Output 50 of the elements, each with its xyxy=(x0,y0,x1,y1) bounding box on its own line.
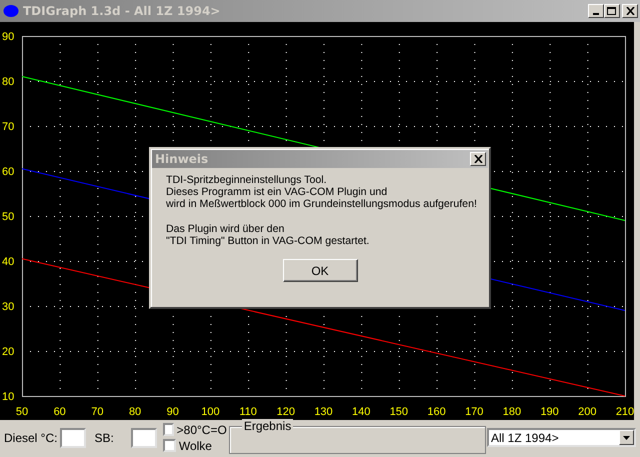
axis-label: 210 xyxy=(616,406,634,418)
maximize-button[interactable] xyxy=(604,4,620,18)
axis-label: 30 xyxy=(2,301,14,313)
message-text: Das Plugin wird über den "TDI Timing" Button in VAG-COM gestartet. xyxy=(166,223,370,247)
close-icon xyxy=(626,7,634,15)
axis-label: 60 xyxy=(2,166,14,178)
axis-label: 60 xyxy=(54,406,66,418)
axis-label: 190 xyxy=(540,406,559,418)
close-button[interactable] xyxy=(470,152,486,166)
message-text: TDI-Spritzbeginneinstellungs Tool. Dieses Programm ist ein VAG-COM Plugin und wird in Meßwertblock 000 im Grundeinstellungsmodus aufgerufen! xyxy=(166,174,478,210)
axis-label: 170 xyxy=(465,406,484,418)
axis-label: 70 xyxy=(2,121,14,133)
field-label: Diesel °C: xyxy=(4,430,58,444)
axis-label: 150 xyxy=(390,406,408,418)
ok-button[interactable]: OK xyxy=(282,259,358,282)
checkbox-label: >80°C=O xyxy=(176,422,227,436)
axis-label: 200 xyxy=(578,406,596,418)
field-label: SB: xyxy=(94,430,114,444)
minimize-button[interactable] xyxy=(588,4,604,18)
axis-label: 10 xyxy=(2,391,14,403)
axis-label: 90 xyxy=(166,406,179,418)
app-icon xyxy=(3,4,19,18)
axis-label: 20 xyxy=(2,346,14,358)
dialog-title: Hinweis xyxy=(155,152,210,166)
axis-label: 140 xyxy=(352,406,370,418)
window-title: TDIGraph 1.3d - All 1Z 1994> xyxy=(23,4,222,18)
checkbox[interactable] xyxy=(162,439,176,452)
input-field[interactable] xyxy=(130,428,157,448)
axis-label: 40 xyxy=(2,256,14,268)
caret-icon xyxy=(623,436,630,440)
axis-label: 180 xyxy=(502,406,522,418)
axis-label: 130 xyxy=(314,406,333,418)
axis-label: 80 xyxy=(2,76,14,88)
input-field[interactable] xyxy=(60,428,86,448)
axis-label: 50 xyxy=(2,211,14,223)
maximize-icon xyxy=(607,6,617,16)
axis-label: 110 xyxy=(239,406,257,418)
axis-label: 50 xyxy=(16,406,28,418)
dropdown[interactable]: All 1Z 1994> xyxy=(487,428,636,447)
close-icon xyxy=(474,155,482,163)
axis-label: 100 xyxy=(201,406,220,418)
checkbox[interactable] xyxy=(162,423,174,436)
axis-label: 70 xyxy=(91,406,104,418)
close-button[interactable] xyxy=(622,4,638,18)
axis-label: 160 xyxy=(427,406,446,418)
axis-label: 120 xyxy=(276,406,295,418)
group-label: Ergebnis xyxy=(242,418,294,432)
axis-label: 90 xyxy=(2,31,14,43)
checkbox-label: Wolke xyxy=(178,438,212,452)
axis-label: 80 xyxy=(128,406,142,418)
